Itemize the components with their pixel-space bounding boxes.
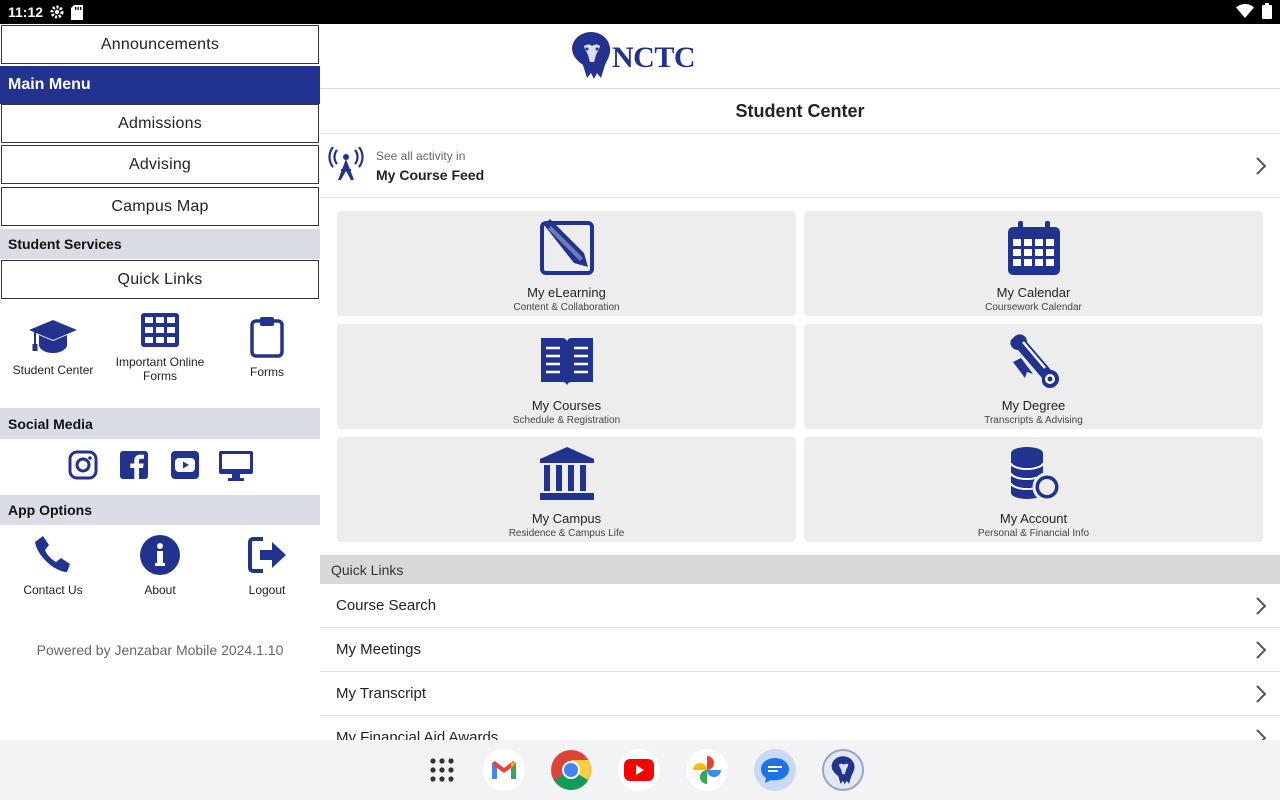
logout-label: Logout	[248, 583, 286, 597]
contact-us-label: Contact Us	[23, 583, 83, 597]
tile-my-courses[interactable]: My Courses Schedule & Registration	[337, 324, 796, 429]
chevron-right-icon	[1256, 597, 1267, 619]
tile-title: My Degree	[1001, 398, 1066, 413]
monitor-icon[interactable]	[218, 450, 254, 487]
forms-label: Forms	[250, 365, 284, 379]
page-title: Student Center	[320, 90, 1280, 134]
main-content: NCTC Student Center See all activity in …	[320, 24, 1280, 740]
quick-link-label: My Transcript	[336, 685, 427, 702]
tile-subtitle: Schedule & Registration	[512, 415, 621, 426]
wifi-icon	[1236, 3, 1254, 21]
tile-my-degree[interactable]: My Degree Transcripts & Advising	[804, 324, 1263, 429]
tile-subtitle: Transcripts & Advising	[984, 415, 1083, 426]
nctc-logo: NCTC	[570, 30, 696, 85]
battery-icon	[1262, 2, 1272, 22]
student-center-label: Student Center	[12, 363, 94, 377]
pencil-square-icon	[538, 211, 596, 282]
powered-by-text: Powered by Jenzabar Mobile 2024.1.10	[36, 642, 284, 658]
important-forms-tile[interactable]: Important Online Forms	[107, 312, 213, 383]
chevron-right-icon	[1256, 641, 1267, 663]
instagram-icon[interactable]	[68, 450, 98, 485]
coins-icon	[1005, 437, 1063, 508]
status-time: 11:12	[8, 4, 44, 20]
quick-link-my-transcript[interactable]: My Transcript	[320, 672, 1280, 716]
youtube-app-icon[interactable]	[618, 749, 660, 791]
feed-line2: My Course Feed	[376, 167, 485, 183]
lion-logo-icon	[570, 30, 612, 85]
tile-title: My eLearning	[527, 285, 606, 300]
quick-link-label: My Financial Aid Awards	[336, 729, 499, 740]
tile-my-campus[interactable]: My Campus Residence & Campus Life	[337, 437, 796, 542]
logout-icon	[246, 534, 288, 583]
quick-link-financial-aid[interactable]: My Financial Aid Awards	[320, 716, 1280, 740]
logo-bar: NCTC	[320, 24, 1280, 89]
quick-link-label: Course Search	[336, 597, 437, 614]
quick-link-course-search[interactable]: Course Search	[320, 584, 1280, 628]
app-options-header: App Options	[0, 495, 320, 525]
tile-subtitle: Coursework Calendar	[985, 302, 1082, 313]
main-menu-header: Main Menu	[0, 66, 320, 104]
app-drawer-icon[interactable]	[421, 749, 463, 791]
graduation-cap-icon	[27, 318, 79, 363]
status-bar: 11:12	[0, 0, 1280, 24]
gmail-icon[interactable]	[483, 749, 525, 791]
photos-icon[interactable]	[686, 749, 728, 791]
youtube-icon[interactable]	[170, 450, 200, 485]
advising-button[interactable]: Advising	[1, 145, 319, 184]
side-menu: Announcements Main Menu Admissions Advis…	[0, 24, 320, 740]
open-book-icon	[538, 324, 596, 395]
campus-map-button[interactable]: Campus Map	[1, 187, 319, 226]
feed-line1: See all activity in	[376, 149, 466, 163]
screen: 11:12 Announcements Main Menu Admissions…	[0, 0, 1280, 800]
quick-link-my-meetings[interactable]: My Meetings	[320, 628, 1280, 672]
tile-title: My Account	[999, 511, 1068, 526]
about-label: About	[144, 583, 176, 597]
logo-text: NCTC	[612, 40, 696, 74]
tile-subtitle: Personal & Financial Info	[977, 528, 1090, 539]
tile-title: My Calendar	[996, 285, 1071, 300]
diploma-scroll-icon	[1005, 324, 1063, 395]
antenna-icon	[328, 145, 364, 186]
student-services-header: Student Services	[0, 229, 320, 259]
tile-title: My Courses	[531, 398, 602, 413]
app-dock	[0, 740, 1280, 800]
facebook-icon[interactable]	[119, 450, 149, 485]
clipboard-icon	[250, 316, 284, 365]
chevron-right-icon	[1256, 685, 1267, 707]
tile-title: My Campus	[531, 511, 602, 526]
quick-links-header: Quick Links	[320, 555, 1280, 584]
chevron-right-icon	[1256, 729, 1267, 740]
nctc-app-icon[interactable]	[822, 749, 864, 791]
quick-link-label: My Meetings	[336, 641, 422, 658]
tile-my-elearning[interactable]: My eLearning Content & Collaboration	[337, 211, 796, 316]
calendar-icon	[1005, 211, 1063, 282]
phone-icon	[33, 534, 73, 583]
social-media-header: Social Media	[0, 408, 320, 439]
tile-my-calendar[interactable]: My Calendar Coursework Calendar	[804, 211, 1263, 316]
settings-icon	[49, 4, 65, 20]
sd-card-icon	[71, 4, 84, 20]
building-columns-icon	[538, 437, 596, 508]
contact-us-tile[interactable]: Contact Us	[0, 534, 106, 597]
tile-subtitle: Residence & Campus Life	[508, 528, 625, 539]
logout-tile[interactable]: Logout	[214, 534, 320, 597]
course-feed-link[interactable]: See all activity in My Course Feed	[320, 135, 1280, 198]
important-forms-label: Important Online Forms	[115, 355, 205, 383]
student-center-tile[interactable]: Student Center	[0, 318, 106, 377]
announcements-button[interactable]: Announcements	[1, 25, 319, 64]
grid-icon	[140, 312, 180, 355]
messages-icon[interactable]	[754, 749, 796, 791]
info-icon	[139, 534, 181, 583]
about-tile[interactable]: About	[107, 534, 213, 597]
tile-subtitle: Content & Collaboration	[513, 302, 620, 313]
admissions-button[interactable]: Admissions	[1, 104, 319, 143]
forms-tile[interactable]: Forms	[214, 316, 320, 379]
tile-my-account[interactable]: My Account Personal & Financial Info	[804, 437, 1263, 542]
chrome-icon[interactable]	[550, 749, 592, 791]
quick-links-button[interactable]: Quick Links	[1, 260, 319, 299]
chevron-right-icon	[1256, 157, 1267, 180]
